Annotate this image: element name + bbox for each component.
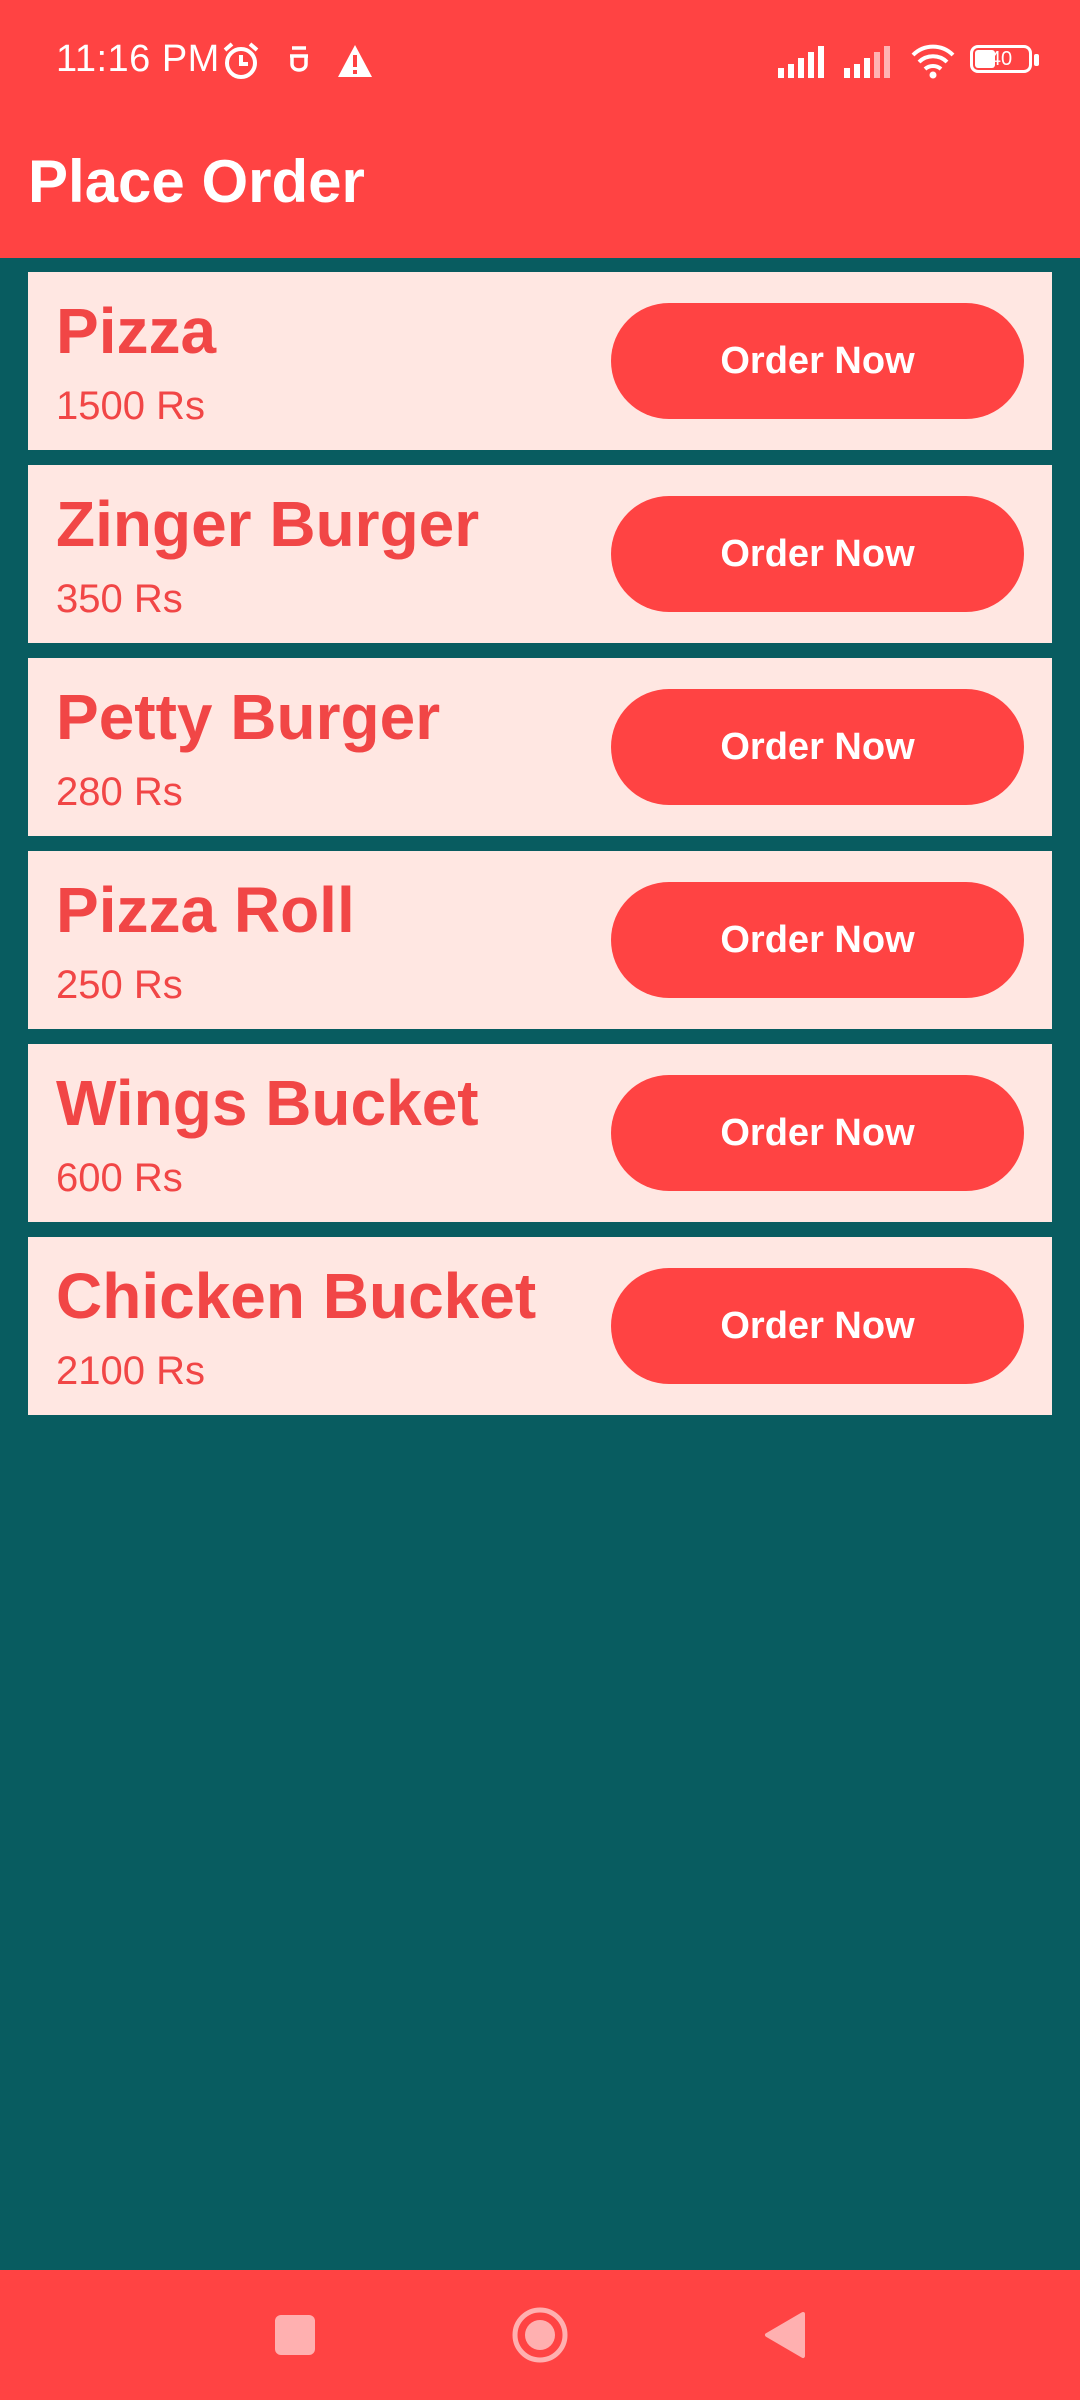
item-name: Pizza Roll <box>56 874 355 946</box>
order-now-button[interactable]: Order Now <box>611 1268 1024 1384</box>
back-button[interactable] <box>725 2270 845 2400</box>
item-price: 350 Rs <box>56 577 183 621</box>
order-now-button[interactable]: Order Now <box>611 882 1024 998</box>
home-icon <box>512 2307 568 2363</box>
page-title: Place Order <box>28 148 365 215</box>
menu-item: Pizza Roll 250 Rs Order Now <box>28 851 1052 1029</box>
battery-level: 40 <box>989 48 1013 70</box>
status-icons-right: 40 <box>778 38 1040 84</box>
battery-icon: 40 <box>970 45 1040 77</box>
item-name: Pizza <box>56 295 217 367</box>
order-now-button[interactable]: Order Now <box>611 1075 1024 1191</box>
home-button[interactable] <box>480 2270 600 2400</box>
status-bar: 11:16 PM 40 <box>0 0 1080 122</box>
item-name: Wings Bucket <box>56 1067 479 1139</box>
alarm-icon <box>223 42 259 79</box>
back-icon <box>765 2312 805 2358</box>
item-price: 280 Rs <box>56 770 183 814</box>
item-price: 1500 Rs <box>56 384 205 428</box>
item-price: 600 Rs <box>56 1156 183 1200</box>
item-name: Zinger Burger <box>56 488 480 560</box>
menu-item: Petty Burger 280 Rs Order Now <box>28 658 1052 836</box>
menu-item: Wings Bucket 600 Rs Order Now <box>28 1044 1052 1222</box>
item-price: 250 Rs <box>56 963 183 1007</box>
status-time: 11:16 PM <box>56 38 220 80</box>
item-name: Chicken Bucket <box>56 1260 537 1332</box>
menu-list: Pizza 1500 Rs Order Now Zinger Burger 35… <box>28 272 1052 1430</box>
navigation-bar <box>0 2270 1080 2400</box>
item-price: 2100 Rs <box>56 1349 205 1393</box>
wifi-icon <box>911 44 955 79</box>
app-bar: Place Order <box>0 122 1080 258</box>
recents-icon <box>275 2315 315 2355</box>
signal-icon-2 <box>844 46 890 78</box>
notification-icon <box>290 46 308 72</box>
menu-item: Zinger Burger 350 Rs Order Now <box>28 465 1052 643</box>
menu-item: Pizza 1500 Rs Order Now <box>28 272 1052 450</box>
menu-item: Chicken Bucket 2100 Rs Order Now <box>28 1237 1052 1415</box>
signal-icon <box>778 46 824 78</box>
item-name: Petty Burger <box>56 681 441 753</box>
warning-icon <box>338 45 372 77</box>
recents-button[interactable] <box>235 2270 355 2400</box>
order-now-button[interactable]: Order Now <box>611 496 1024 612</box>
order-now-button[interactable]: Order Now <box>611 303 1024 419</box>
order-now-button[interactable]: Order Now <box>611 689 1024 805</box>
status-icons-left <box>220 36 374 86</box>
